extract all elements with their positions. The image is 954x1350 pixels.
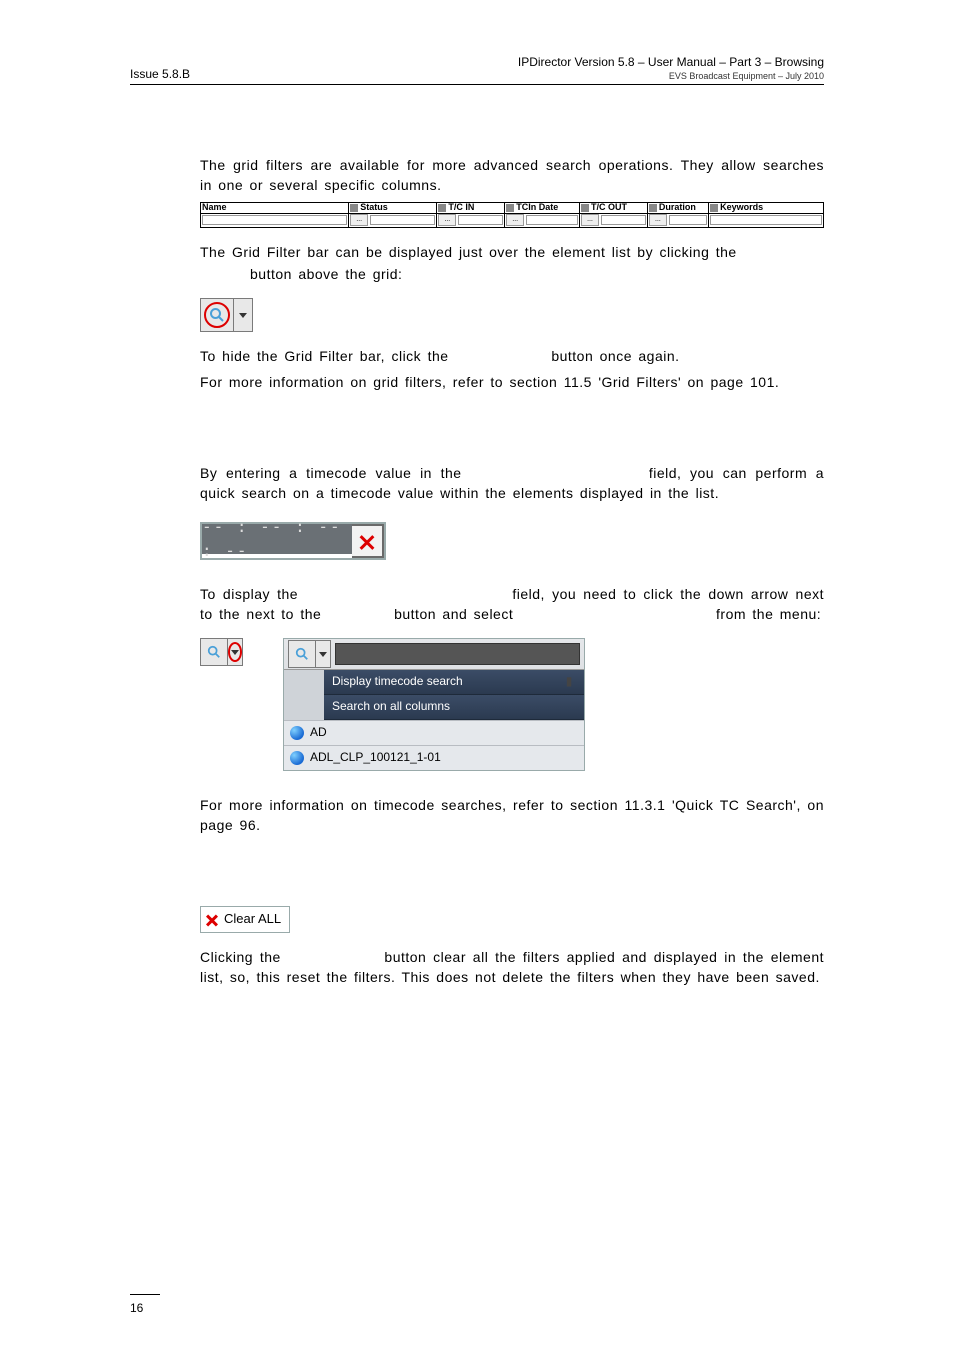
p6a: To display the <box>200 586 298 602</box>
filter-icon <box>710 204 718 212</box>
filter-icon <box>350 204 358 212</box>
p8b: button clear all the filters applied and… <box>200 949 824 985</box>
p2b-wrap: button above the grid: <box>250 264 824 284</box>
page-number: 16 <box>130 1301 143 1315</box>
filter-btn-duration[interactable]: … <box>649 214 667 226</box>
clear-all-label: Clear ALL <box>224 910 281 929</box>
filter-input-keywords[interactable] <box>710 215 822 225</box>
col-tcout: T/C OUT <box>591 203 627 215</box>
grid-filters-more-info: For more information on grid filters, re… <box>200 372 824 392</box>
tc-search-more-info: For more information on timecode searche… <box>200 795 824 836</box>
tc-display-text: To display the field, you need to click … <box>200 584 824 625</box>
timecode-input[interactable]: -- : -- : -- : -- <box>202 524 352 554</box>
grid-filters-intro: The grid filters are available for more … <box>200 155 824 196</box>
col-keywords: Keywords <box>720 203 763 215</box>
p5a: By entering a timecode value in the <box>200 465 462 481</box>
filter-input-status[interactable] <box>370 215 435 225</box>
filter-icon <box>649 204 657 212</box>
p6c: button and select <box>394 606 513 622</box>
grid-filter-display-text: The Grid Filter bar can be displayed jus… <box>200 242 824 262</box>
close-icon <box>205 912 219 926</box>
filter-input-name[interactable] <box>202 215 347 225</box>
filter-input-tcindate[interactable] <box>526 215 578 225</box>
footer-rule <box>130 1294 160 1295</box>
filter-btn-status[interactable]: … <box>350 214 368 226</box>
header-issue: Issue 5.8.B <box>130 67 190 81</box>
clip-icon <box>290 751 304 765</box>
tc-search-field-figure: -- : -- : -- : -- <box>200 517 824 559</box>
clear-all-button-figure: Clear ALL <box>200 906 824 933</box>
menu-item-display-timecode[interactable]: Display timecode search ▮ <box>324 670 584 695</box>
filter-input-tcin[interactable] <box>458 215 503 225</box>
menu-item-label: Display timecode search <box>332 673 562 690</box>
header-title: IPDirector Version 5.8 – User Manual – P… <box>518 55 824 69</box>
menu-search-input[interactable] <box>335 643 580 665</box>
chevron-down-icon <box>319 652 327 657</box>
p3b: button once again. <box>551 348 679 364</box>
list-item-label: AD <box>310 724 327 741</box>
filter-icon <box>506 204 514 212</box>
hide-filter-text: To hide the Grid Filter bar, click the b… <box>200 346 824 366</box>
filter-btn-tcindate[interactable]: … <box>506 214 524 226</box>
red-highlight-ring <box>204 302 230 328</box>
p2a: The Grid Filter bar can be displayed jus… <box>200 244 737 260</box>
tc-search-intro: By entering a timecode value in the fiel… <box>200 463 824 504</box>
menu-edge-handle-icon: ▮ <box>562 673 576 690</box>
filter-input-duration[interactable] <box>669 215 707 225</box>
filter-btn-tcout[interactable]: … <box>581 214 599 226</box>
p8a: Clicking the <box>200 949 281 965</box>
filter-toggle-button-figure <box>200 298 824 332</box>
col-status: Status <box>360 203 388 215</box>
list-item-label: ADL_CLP_100121_1-01 <box>310 749 441 766</box>
filter-toggle-button-small[interactable] <box>200 638 243 666</box>
red-highlight-ring <box>228 642 242 662</box>
magnifier-icon <box>209 307 225 323</box>
chevron-down-icon <box>239 313 247 318</box>
filter-icon <box>438 204 446 212</box>
filter-btn-tcin[interactable]: … <box>438 214 456 226</box>
p6d: from the menu: <box>716 606 821 622</box>
header-title-block: IPDirector Version 5.8 – User Manual – P… <box>518 55 824 81</box>
list-item[interactable]: AD <box>284 720 584 745</box>
timecode-clear-button[interactable] <box>352 524 384 558</box>
clear-all-text: Clicking the button clear all the filter… <box>200 947 824 988</box>
chevron-down-icon <box>231 650 239 655</box>
magnifier-icon <box>295 647 309 661</box>
magnifier-icon <box>207 645 221 659</box>
filter-dropdown-menu-figure: Display timecode search ▮ Search on all … <box>283 638 585 771</box>
menu-item-search-all-columns[interactable]: Search on all columns <box>324 695 584 720</box>
header-subtitle: EVS Broadcast Equipment – July 2010 <box>518 71 824 81</box>
menu-item-label: Search on all columns <box>332 698 576 715</box>
col-tcindate: TCIn Date <box>516 203 558 215</box>
col-name: Name <box>202 203 227 215</box>
filter-toggle-button-menu[interactable] <box>288 640 331 668</box>
filter-icon <box>581 204 589 212</box>
clear-all-button[interactable]: Clear ALL <box>200 906 290 933</box>
filter-toggle-arrow-highlight <box>200 638 243 666</box>
grid-filter-bar-figure: Name Status … T/C IN … TCIn Date … T/C O… <box>200 202 824 228</box>
col-tcin: T/C IN <box>448 203 474 215</box>
list-item[interactable]: ADL_CLP_100121_1-01 <box>284 745 584 770</box>
filter-input-tcout[interactable] <box>601 215 646 225</box>
col-duration: Duration <box>659 203 696 215</box>
header-rule <box>130 84 824 85</box>
clip-icon <box>290 726 304 740</box>
filter-toggle-button[interactable] <box>200 298 253 332</box>
menu-gutter <box>284 670 324 720</box>
close-icon <box>358 532 376 550</box>
p3a: To hide the Grid Filter bar, click the <box>200 348 449 364</box>
p2b: button above the grid: <box>250 266 402 282</box>
